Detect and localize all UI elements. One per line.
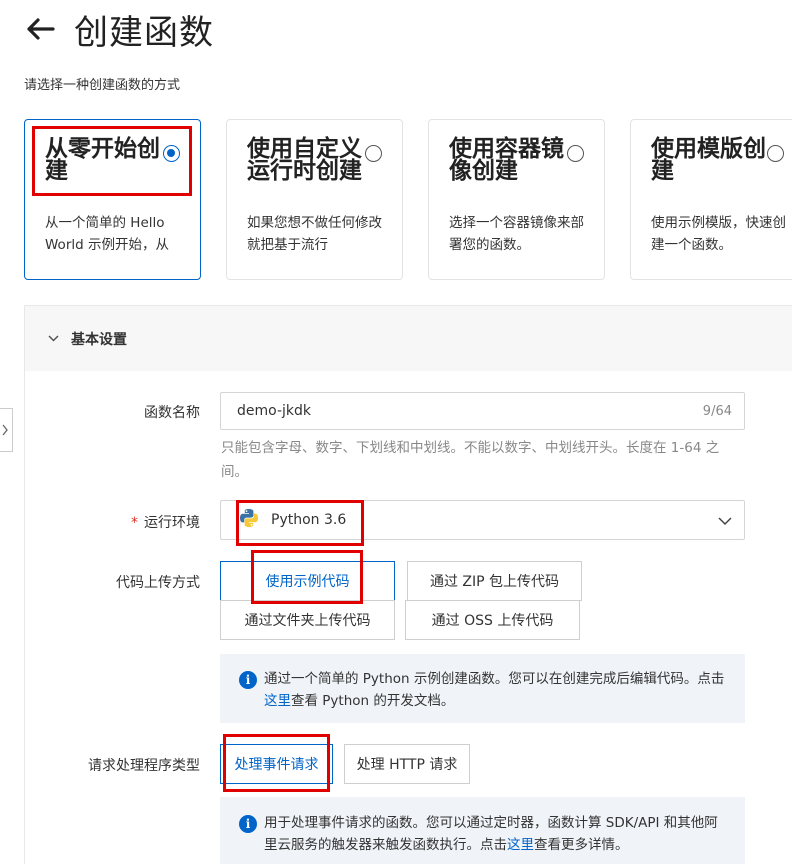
card-title: 使用模版创建 <box>651 136 766 184</box>
radio-icon[interactable] <box>365 145 382 162</box>
upload-sample-code-button[interactable]: 使用示例代码 <box>220 561 395 601</box>
page-header: 创建函数 <box>24 6 214 53</box>
card-custom-runtime[interactable]: 使用自定义运行时创建 如果您想不做任何修改就把基于流行 <box>226 119 403 280</box>
runtime-select[interactable]: Python 3.6 <box>220 500 745 540</box>
card-container-image[interactable]: 使用容器镜像创建 选择一个容器镜像来部署您的函数。 <box>428 119 605 280</box>
runtime-label: * 运行环境 <box>131 515 200 531</box>
upload-folder-button[interactable]: 通过文件夹上传代码 <box>220 600 395 640</box>
section-header[interactable]: 基本设置 <box>25 306 792 371</box>
chevron-down-icon[interactable] <box>718 511 732 530</box>
card-template[interactable]: 使用模版创建 使用示例模版，快速创建一个函数。 <box>630 119 792 280</box>
card-title: 使用容器镜像创建 <box>449 136 564 184</box>
upload-method-label: 代码上传方式 <box>116 575 200 591</box>
func-name-label: 函数名称 <box>144 405 200 421</box>
card-description: 从一个简单的 Hello World 示例开始，从 <box>45 215 169 253</box>
arrow-left-icon[interactable] <box>24 13 56 45</box>
handler-event-button[interactable]: 处理事件请求 <box>220 744 333 784</box>
card-description: 选择一个容器镜像来部署您的函数。 <box>449 215 584 253</box>
card-title: 使用自定义运行时创建 <box>247 136 362 184</box>
card-from-scratch[interactable]: 从零开始创建 从一个简单的 Hello World 示例开始，从 <box>24 119 201 280</box>
func-name-value[interactable]: demo-jkdk <box>237 403 703 419</box>
section-title: 基本设置 <box>71 331 127 348</box>
info-icon: i <box>239 815 257 833</box>
handler-type-label: 请求处理程序类型 <box>88 758 200 774</box>
docs-link[interactable]: 这里 <box>264 693 291 709</box>
card-title: 从零开始创建 <box>45 136 160 184</box>
radio-icon[interactable] <box>567 145 584 162</box>
upload-info-box: i 通过一个简单的 Python 示例创建函数。您可以在创建完成后编辑代码。点击… <box>220 654 745 723</box>
handler-http-button[interactable]: 处理 HTTP 请求 <box>344 744 470 784</box>
card-description: 如果您想不做任何修改就把基于流行 <box>247 215 382 253</box>
sidebar-toggle[interactable] <box>0 408 13 452</box>
chevron-right-icon <box>2 421 8 440</box>
details-link[interactable]: 这里 <box>507 837 534 853</box>
handler-info-box: i 用于处理事件请求的函数。您可以通过定时器，函数计算 SDK/API 和其他阿… <box>220 797 745 864</box>
func-name-hint: 只能包含字母、数字、下划线和中划线。不能以数字、中划线开头。长度在 1-64 之… <box>221 440 720 480</box>
func-name-input[interactable]: demo-jkdk 9/64 <box>220 392 745 430</box>
info-icon: i <box>239 671 257 689</box>
upload-oss-button[interactable]: 通过 OSS 上传代码 <box>405 600 580 640</box>
card-description: 使用示例模版，快速创建一个函数。 <box>651 215 786 253</box>
radio-selected-icon[interactable] <box>163 145 180 162</box>
creation-method-cards: 从零开始创建 从一个简单的 Hello World 示例开始，从 使用自定义运行… <box>24 119 792 281</box>
chevron-down-icon <box>47 333 59 345</box>
char-counter: 9/64 <box>702 403 732 419</box>
page-subtitle: 请选择一种创建函数的方式 <box>24 78 181 93</box>
radio-icon[interactable] <box>767 145 784 162</box>
page-title: 创建函数 <box>74 12 214 53</box>
required-mark: * <box>131 515 138 531</box>
upload-zip-button[interactable]: 通过 ZIP 包上传代码 <box>407 561 582 601</box>
runtime-value: Python 3.6 <box>271 512 347 528</box>
python-icon <box>239 508 259 532</box>
